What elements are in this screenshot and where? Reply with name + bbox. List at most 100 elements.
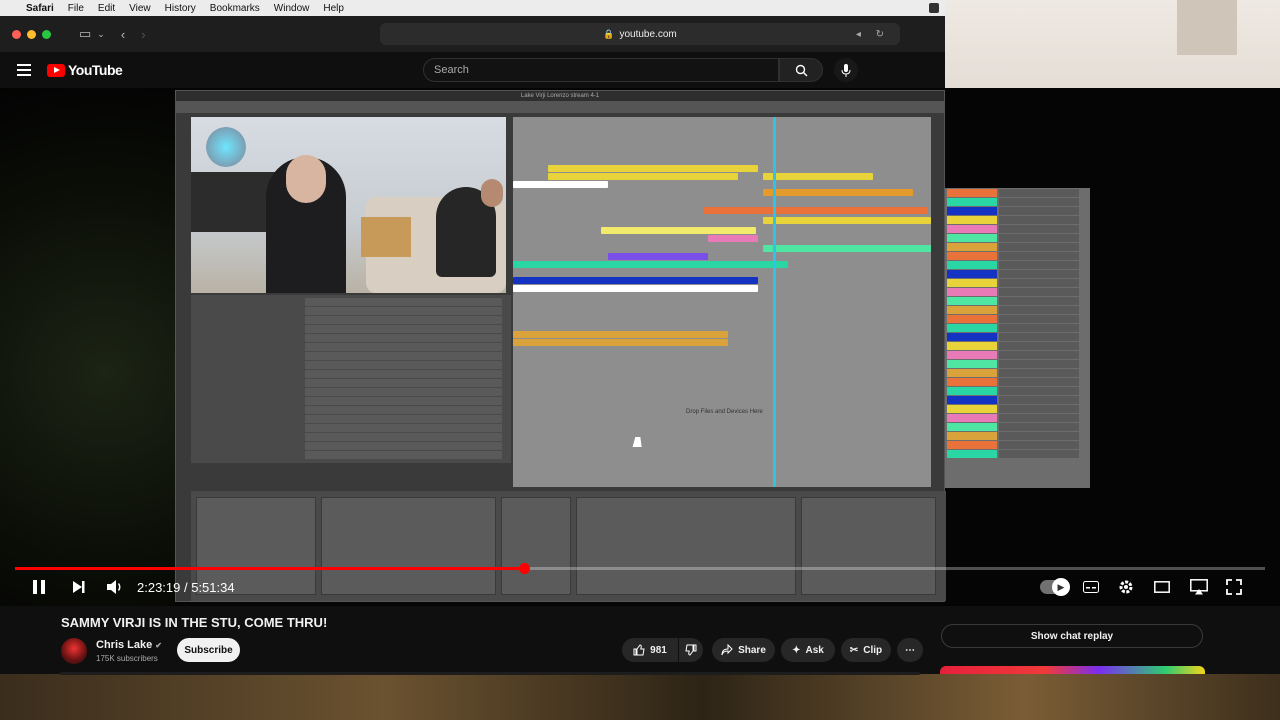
menu-app-safari[interactable]: Safari bbox=[26, 3, 54, 14]
subtitles-button[interactable] bbox=[1082, 578, 1100, 596]
search-button[interactable] bbox=[779, 58, 823, 82]
daw-arrangement-view bbox=[513, 117, 931, 487]
macos-menubar: Safari File Edit View History Bookmarks … bbox=[0, 0, 945, 16]
lamp bbox=[206, 127, 246, 167]
youtube-logo-text: YouTube bbox=[68, 62, 123, 78]
daw-screen-capture: Lake Virji Lorenzo stream 4-1 Drop Files… bbox=[175, 90, 946, 602]
safari-toolbar: ▭ ⌄ ‹ › 🔒 youtube.com ◂ ↻ bbox=[0, 16, 945, 52]
window-controls bbox=[12, 29, 51, 39]
clip bbox=[548, 165, 758, 172]
next-button[interactable] bbox=[70, 578, 88, 596]
sidebar-toggle-icon[interactable]: ▭ bbox=[79, 26, 91, 42]
forward-icon[interactable]: › bbox=[141, 27, 145, 42]
theater-icon bbox=[1154, 581, 1170, 593]
browser-item bbox=[305, 352, 502, 360]
fullscreen-button[interactable] bbox=[1225, 578, 1243, 596]
airplay-button[interactable] bbox=[1189, 578, 1209, 596]
minimize-window-icon[interactable] bbox=[27, 29, 36, 39]
menu-view[interactable]: View bbox=[129, 3, 151, 14]
volume-button[interactable] bbox=[105, 578, 125, 596]
clip bbox=[513, 181, 608, 188]
mixer-row bbox=[947, 324, 1088, 332]
pause-icon bbox=[33, 580, 45, 594]
browser-list bbox=[301, 297, 506, 459]
video-player[interactable]: Lake Virji Lorenzo stream 4-1 Drop Files… bbox=[0, 88, 1280, 606]
search-icon bbox=[795, 64, 807, 76]
theater-mode-button[interactable] bbox=[1153, 578, 1171, 596]
browser-item bbox=[305, 316, 502, 324]
channel-name[interactable]: Chris Lake bbox=[96, 639, 152, 651]
dislike-button[interactable] bbox=[679, 638, 703, 662]
browser-item bbox=[305, 415, 502, 423]
clip bbox=[763, 173, 873, 180]
menu-history[interactable]: History bbox=[165, 3, 196, 14]
browser-item bbox=[305, 334, 502, 342]
clip bbox=[513, 277, 758, 284]
progress-bar[interactable] bbox=[15, 563, 1265, 574]
menu-file[interactable]: File bbox=[68, 3, 84, 14]
menu-bookmarks[interactable]: Bookmarks bbox=[210, 3, 260, 14]
daw-window-title: Lake Virji Lorenzo stream 4-1 bbox=[176, 91, 944, 101]
gear-icon bbox=[1119, 580, 1133, 594]
autoplay-play-icon: ▶ bbox=[1052, 578, 1070, 596]
reload-icon[interactable]: ◂ ↻ bbox=[856, 29, 890, 40]
mixer-row bbox=[947, 270, 1088, 278]
time-display: 2:23:19 / 5:51:34 bbox=[137, 579, 235, 595]
share-button[interactable]: Share bbox=[712, 638, 775, 662]
mixer-row bbox=[947, 315, 1088, 323]
clip bbox=[763, 245, 931, 252]
close-window-icon[interactable] bbox=[12, 29, 21, 39]
browser-item bbox=[305, 433, 502, 441]
video-title: SAMMY VIRJI IS IN THE STU, COME THRU! bbox=[61, 615, 328, 630]
thumbs-down-icon bbox=[685, 644, 697, 656]
address-bar[interactable]: 🔒 youtube.com ◂ ↻ bbox=[380, 23, 900, 45]
menu-edit[interactable]: Edit bbox=[98, 3, 115, 14]
mixer-row bbox=[947, 216, 1088, 224]
browser-item bbox=[305, 307, 502, 315]
next-icon bbox=[73, 581, 85, 593]
search-input[interactable]: Search bbox=[423, 58, 779, 82]
settings-button[interactable] bbox=[1117, 578, 1135, 596]
menu-help[interactable]: Help bbox=[323, 3, 344, 14]
daw-control-bar bbox=[176, 101, 944, 113]
url-text: youtube.com bbox=[619, 28, 677, 40]
tab-overview-chevron-icon[interactable]: ⌄ bbox=[97, 29, 105, 40]
clip-button[interactable]: ✂ Clip bbox=[841, 638, 891, 662]
browser-item bbox=[305, 451, 502, 459]
lock-icon: 🔒 bbox=[603, 28, 615, 39]
verified-icon: ✔ bbox=[155, 641, 162, 650]
wall-jersey bbox=[1177, 0, 1237, 55]
pause-button[interactable] bbox=[30, 578, 48, 596]
zoom-window-icon[interactable] bbox=[42, 29, 51, 39]
clip bbox=[513, 339, 728, 346]
show-chat-replay-button[interactable]: Show chat replay bbox=[941, 624, 1203, 648]
subscribe-button[interactable]: Subscribe bbox=[177, 638, 240, 662]
mixer-row bbox=[947, 189, 1088, 197]
browser-item bbox=[305, 298, 502, 306]
playhead bbox=[773, 117, 776, 487]
clip-label: Clip bbox=[863, 644, 883, 656]
voice-search-button[interactable] bbox=[834, 58, 858, 82]
clip bbox=[513, 261, 788, 268]
browser-item bbox=[305, 343, 502, 351]
subscriber-count: 175K subscribers bbox=[96, 654, 158, 663]
subtitles-icon bbox=[1083, 581, 1099, 593]
back-icon[interactable]: ‹ bbox=[121, 27, 125, 42]
share-label: Share bbox=[738, 644, 766, 656]
ask-button[interactable]: ✦ Ask bbox=[781, 638, 835, 662]
mixer-row bbox=[947, 351, 1088, 359]
channel-avatar[interactable] bbox=[61, 638, 87, 664]
autoplay-toggle[interactable]: ▶ bbox=[1040, 578, 1070, 596]
channel-name-row[interactable]: Chris Lake ✔ bbox=[96, 639, 162, 651]
hamburger-menu-icon[interactable] bbox=[17, 64, 31, 76]
menu-window[interactable]: Window bbox=[274, 3, 310, 14]
more-actions-button[interactable]: ⋯ bbox=[897, 638, 923, 662]
mixer-row bbox=[947, 288, 1088, 296]
browser-item bbox=[305, 442, 502, 450]
status-icon[interactable] bbox=[929, 3, 939, 13]
like-button[interactable]: 981 bbox=[622, 638, 678, 662]
side-table bbox=[361, 217, 411, 257]
browser-item bbox=[305, 361, 502, 369]
browser-item bbox=[305, 406, 502, 414]
youtube-logo[interactable]: YouTube bbox=[47, 62, 123, 78]
